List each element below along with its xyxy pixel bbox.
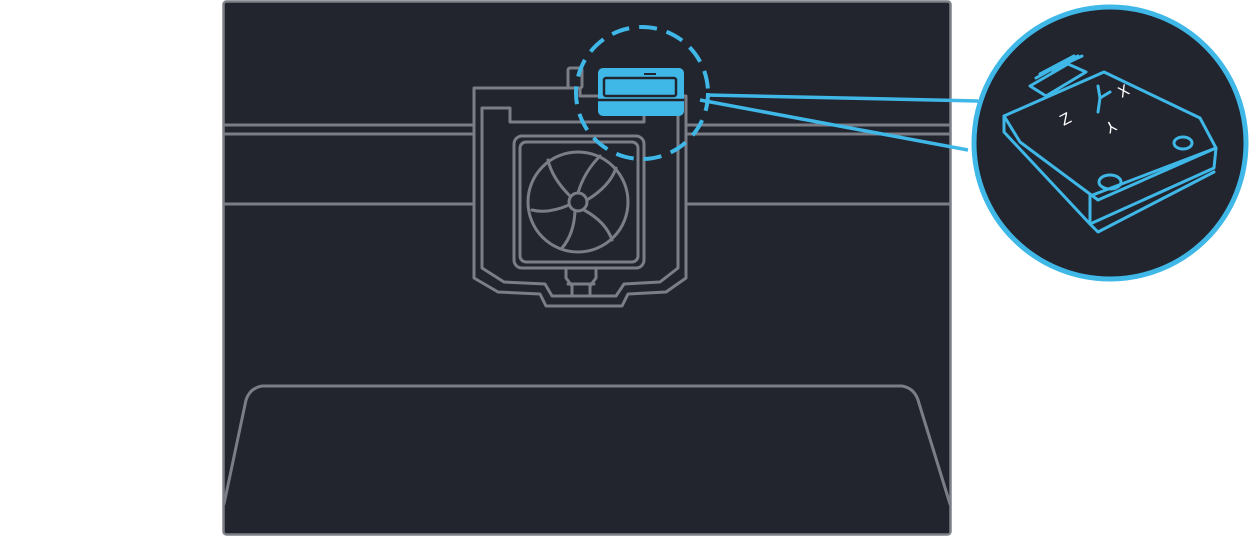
illustration-canvas: X Z Y xyxy=(222,0,1249,536)
callout-magnifier: X Z Y xyxy=(971,4,1249,282)
printer-accelerometer-illustration: X Z Y xyxy=(0,0,1260,536)
axis-z-arrow xyxy=(1096,84,1102,100)
axis-y-arrow xyxy=(1096,96,1102,114)
accelerometer-sensor-highlight xyxy=(598,68,684,116)
